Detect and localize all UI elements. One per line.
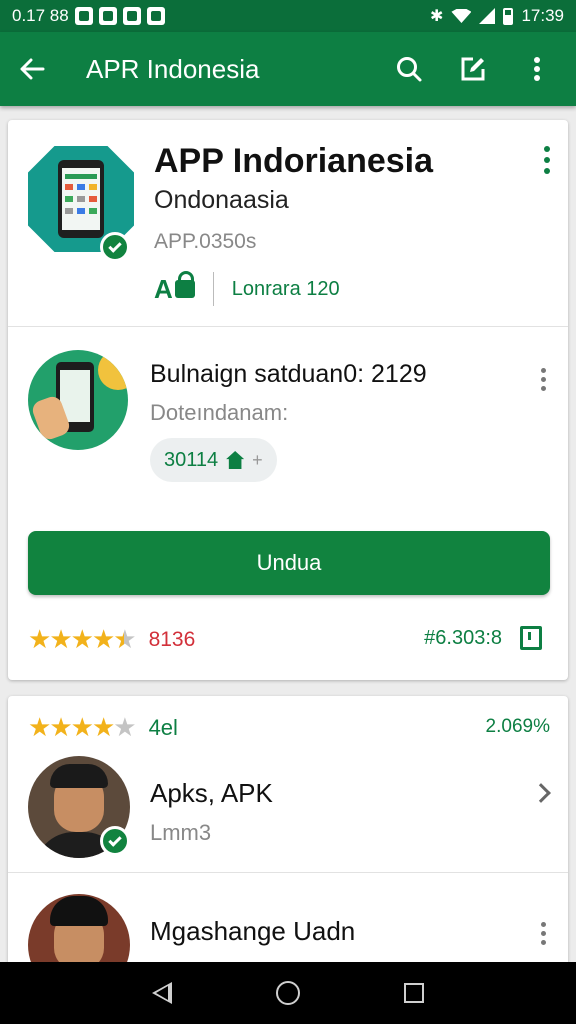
nav-recents-icon[interactable] (404, 983, 424, 1003)
list-item-title[interactable]: Mgashange Uadn (150, 916, 355, 947)
status-bar: 0.17 88 ✱ 17:39 (0, 0, 576, 32)
chip-label: 30114 (164, 448, 219, 471)
status-time: 17:39 (521, 6, 564, 25)
nav-home-icon[interactable] (276, 981, 300, 1005)
app-detail-card: APP Indorianesia Ondonaasia APP.0350s A … (8, 120, 568, 680)
edit-icon[interactable] (454, 50, 492, 88)
content-rating-icon: A (154, 271, 195, 305)
nav-back-icon[interactable] (152, 982, 172, 1004)
divider (8, 872, 568, 873)
more-vert-icon[interactable] (544, 146, 550, 174)
divider (212, 272, 214, 306)
more-vert-icon[interactable] (541, 922, 546, 945)
list-item-title[interactable]: Apks, APK (150, 778, 273, 809)
app-meta: APP.0350s (154, 230, 257, 253)
rating-score: 4el (148, 714, 178, 740)
rating-count: 8136 (148, 627, 196, 651)
promo-chip[interactable]: 30114 + (150, 438, 277, 482)
status-left: 0.17 88 (12, 6, 165, 26)
star-rating: ★ ★ ★ ★ ★ (28, 712, 137, 743)
star-icon: ★ (49, 712, 72, 742)
search-icon[interactable] (390, 50, 428, 88)
star-icon: ★ (70, 712, 94, 742)
stat-value: #6.303:8 (424, 626, 502, 649)
wifi-icon (451, 9, 472, 23)
divider (8, 326, 568, 327)
developer-name[interactable]: Ondonaasia (154, 186, 289, 215)
star-icon: ★ (113, 712, 136, 742)
status-time-left: 0.17 88 (12, 6, 69, 25)
content-rating-text: Lonrara 120 (231, 277, 340, 300)
reviews-card: ★ ★ ★ ★ ★ 4el 2.069% Apks, APK Lmm3 Mgashang… (8, 696, 568, 996)
more-vert-icon[interactable] (541, 368, 546, 391)
app-name: APP Indorianesia (154, 142, 434, 180)
app-bar-actions (390, 50, 576, 88)
star-icon: ★ (70, 624, 94, 654)
reviews-rating: ★ ★ ★ ★ ★ 4el (28, 712, 178, 743)
app-bar-title: APR Indonesia (86, 53, 260, 84)
star-icon: ★ (113, 624, 136, 654)
back-arrow-icon[interactable] (0, 32, 64, 106)
promo-subtitle: Doteındanam: (150, 400, 289, 425)
promo-image (28, 350, 128, 450)
verified-badge-icon (100, 232, 130, 262)
star-icon: ★ (49, 624, 72, 654)
star-rating: ★ ★ ★ ★ ★ (28, 624, 137, 655)
star-icon: ★ (91, 712, 115, 742)
promo-title: Bulnaign satduan0: 2129 (150, 360, 427, 388)
star-icon: ★ (28, 712, 51, 742)
bookmark-icon[interactable] (520, 626, 542, 650)
notification-icon (122, 7, 141, 25)
phone-screen (62, 168, 100, 230)
list-item-subtitle: Lmm3 (150, 820, 212, 845)
plus-icon: + (252, 449, 263, 470)
stats-right: #6.303:8 (424, 626, 542, 650)
notification-icon (146, 7, 165, 25)
rating-row: ★ ★ ★ ★ ★ 8136 (28, 624, 195, 655)
home-icon (226, 451, 245, 469)
star-icon: ★ (91, 624, 115, 654)
star-icon: ★ (28, 624, 51, 654)
more-vert-icon[interactable] (518, 50, 556, 88)
battery-icon (503, 7, 514, 25)
notification-icon (74, 7, 93, 25)
verified-badge-icon (100, 826, 130, 856)
content-rating: A Lonrara 120 (154, 271, 340, 306)
download-button[interactable]: Undua (28, 531, 550, 595)
rating-percent: 2.069% (485, 716, 550, 737)
notification-icon (98, 7, 117, 25)
status-right: ✱ 17:39 (430, 6, 564, 26)
bluetooth-icon: ✱ (430, 8, 444, 25)
signal-icon (479, 8, 496, 24)
chevron-right-icon[interactable] (531, 783, 551, 803)
system-nav-bar (0, 962, 576, 1024)
phone-illustration (58, 160, 104, 238)
app-bar: APR Indonesia (0, 32, 576, 106)
